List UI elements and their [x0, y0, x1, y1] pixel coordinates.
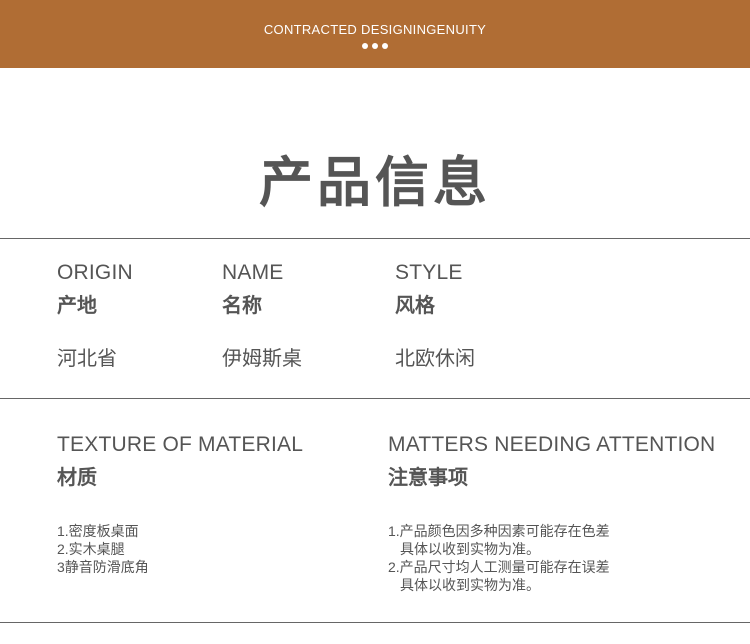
banner-dots	[0, 43, 750, 49]
origin-label-en: ORIGIN	[57, 261, 133, 284]
name-label-cn: 名称	[222, 295, 262, 317]
material-label-en: TEXTURE OF MATERIAL	[57, 433, 304, 456]
top-banner: CONTRACTED DESIGNINGENUITY	[0, 0, 750, 68]
banner-dot	[382, 43, 388, 49]
material-item: 1.密度板桌面	[57, 523, 139, 539]
material-list: 1.密度板桌面 2.实木桌腿 3静音防滑底角	[57, 522, 149, 576]
attention-list: 1.产品颜色因多种因素可能存在色差 具体以收到实物为准。 2.产品尺寸均人工测量…	[388, 522, 610, 594]
attention-item-line1: 2.产品尺寸均人工测量可能存在误差	[388, 559, 610, 575]
banner-dot	[362, 43, 368, 49]
banner-dot	[372, 43, 378, 49]
page-title: 产品信息	[259, 153, 491, 213]
origin-value: 河北省	[57, 348, 117, 370]
style-value: 北欧休闲	[395, 348, 475, 370]
material-label-cn: 材质	[57, 467, 97, 489]
name-label-en: NAME	[222, 261, 284, 284]
section-divider	[0, 398, 750, 399]
origin-label-cn: 产地	[57, 295, 97, 317]
attention-item-line1: 1.产品颜色因多种因素可能存在色差	[388, 523, 610, 539]
name-value: 伊姆斯桌	[222, 348, 302, 370]
attention-item-line2: 具体以收到实物为准。	[400, 577, 540, 593]
attention-item: 1.产品颜色因多种因素可能存在色差 具体以收到实物为准。	[388, 522, 610, 558]
attention-label-cn: 注意事项	[388, 467, 468, 489]
material-item: 2.实木桌腿	[57, 541, 125, 557]
style-label-cn: 风格	[395, 295, 435, 317]
style-label-en: STYLE	[395, 261, 463, 284]
section-divider	[0, 238, 750, 239]
section-divider	[0, 622, 750, 623]
banner-text: CONTRACTED DESIGNINGENUITY	[263, 22, 487, 37]
attention-item: 2.产品尺寸均人工测量可能存在误差 具体以收到实物为准。	[388, 558, 610, 594]
material-item: 3静音防滑底角	[57, 559, 149, 575]
attention-item-line2: 具体以收到实物为准。	[400, 541, 540, 557]
attention-label-en: MATTERS NEEDING ATTENTION	[388, 433, 716, 456]
